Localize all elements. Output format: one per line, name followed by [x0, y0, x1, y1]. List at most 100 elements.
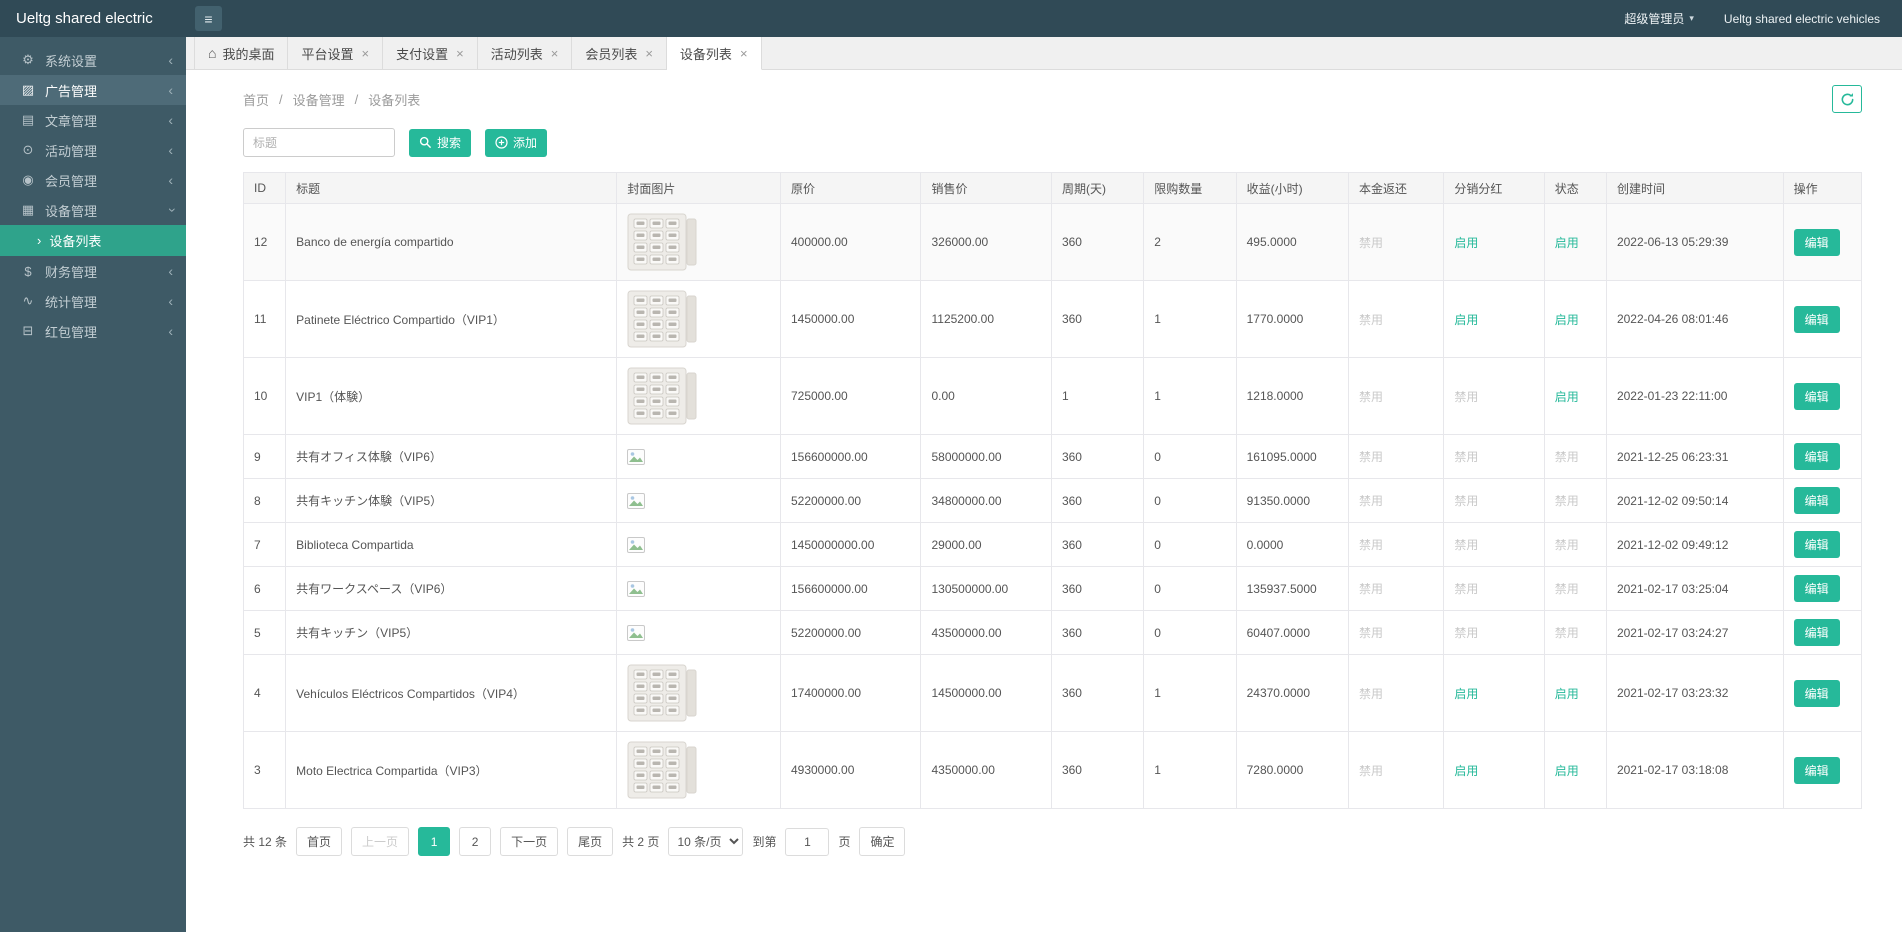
cell-income: 1770.0000 — [1236, 281, 1348, 358]
tab-label: 会员列表 — [585, 44, 637, 63]
first-page-button[interactable]: 首页 — [296, 827, 342, 856]
edit-button[interactable]: 编辑 — [1794, 443, 1840, 470]
cell-id: 8 — [244, 479, 286, 523]
cell-period: 360 — [1051, 204, 1143, 281]
cell-sale-price: 130500000.00 — [921, 567, 1051, 611]
body-row: ⚙系统设置‹▨广告管理‹▤文章管理‹⊙活动管理‹◉会员管理‹▦设备管理‹›设备列… — [0, 37, 1902, 932]
add-button[interactable]: 添加 — [485, 129, 547, 157]
edit-button[interactable]: 编辑 — [1794, 575, 1840, 602]
close-icon[interactable]: × — [645, 46, 653, 61]
tab-activity-list[interactable]: 活动列表× — [478, 37, 573, 69]
tab-label: 我的桌面 — [222, 44, 274, 63]
page-size-select[interactable]: 10 条/页 — [668, 827, 743, 856]
cell-income: 161095.0000 — [1236, 435, 1348, 479]
chevron-left-icon: ‹ — [168, 113, 173, 127]
breadcrumb-item[interactable]: 设备管理 — [293, 90, 345, 109]
close-icon[interactable]: × — [362, 46, 370, 61]
confirm-button[interactable]: 确定 — [859, 827, 905, 856]
close-icon[interactable]: × — [551, 46, 559, 61]
page-number-button[interactable]: 2 — [459, 827, 491, 856]
cell-cover-image — [617, 611, 781, 655]
close-icon[interactable]: × — [456, 46, 464, 61]
cell-income: 495.0000 — [1236, 204, 1348, 281]
sidebar-subitem-device-list[interactable]: ›设备列表 — [0, 225, 186, 256]
edit-button[interactable]: 编辑 — [1794, 680, 1840, 707]
prev-page-button[interactable]: 上一页 — [351, 827, 409, 856]
cell-status: 启用 — [1544, 204, 1606, 281]
cell-dividend: 启用 — [1444, 655, 1544, 732]
pagination: 共 12 条 首页 上一页 12 下一页 尾页 共 2 页 10 条/页 到第 … — [243, 827, 1862, 878]
cell-status: 启用 — [1544, 358, 1606, 435]
sidebar-toggle-button[interactable]: ≡ — [195, 6, 222, 31]
cell-status: 启用 — [1544, 281, 1606, 358]
cell-id: 5 — [244, 611, 286, 655]
last-page-button[interactable]: 尾页 — [567, 827, 613, 856]
cell-sale-price: 43500000.00 — [921, 611, 1051, 655]
chevron-right-icon: › — [37, 233, 41, 248]
edit-button[interactable]: 编辑 — [1794, 306, 1840, 333]
goto-label: 到第 — [752, 833, 776, 850]
table-header-row: ID标题封面图片原价销售价周期(天)限购数量收益(小时)本金返还分销分红状态创建… — [244, 173, 1862, 204]
cell-limit: 1 — [1144, 732, 1236, 809]
close-icon[interactable]: × — [740, 46, 748, 61]
next-page-button[interactable]: 下一页 — [500, 827, 558, 856]
table-row: 10VIP1（体験）725000.000.00111218.0000禁用禁用启用… — [244, 358, 1862, 435]
cell-price: 4930000.00 — [780, 732, 921, 809]
edit-button[interactable]: 编辑 — [1794, 619, 1840, 646]
tab-platform-settings[interactable]: 平台设置× — [288, 37, 383, 69]
search-input[interactable] — [243, 128, 395, 157]
cell-created: 2021-12-25 06:23:31 — [1606, 435, 1783, 479]
breadcrumb-item[interactable]: 首页 — [243, 90, 269, 109]
search-button[interactable]: 搜索 — [409, 129, 471, 157]
edit-button[interactable]: 编辑 — [1794, 229, 1840, 256]
caret-down-icon: ▾ — [1689, 13, 1694, 24]
sidebar-item-system-settings[interactable]: ⚙系统设置‹ — [0, 45, 186, 75]
tab-device-list[interactable]: 设备列表× — [667, 37, 762, 70]
sidebar-item-label: 红包管理 — [45, 322, 159, 341]
sidebar-item-article-management[interactable]: ▤文章管理‹ — [0, 105, 186, 135]
column-header: 收益(小时) — [1236, 173, 1348, 204]
goto-page-input[interactable] — [785, 828, 829, 856]
cell-dividend: 禁用 — [1444, 567, 1544, 611]
breadcrumb-item[interactable]: 设备列表 — [368, 90, 420, 109]
table-row: 5共有キッチン（VIP5）52200000.0043500000.0036006… — [244, 611, 1862, 655]
cell-limit: 1 — [1144, 281, 1236, 358]
edit-button[interactable]: 编辑 — [1794, 383, 1840, 410]
table-row: 6共有ワークスペース（VIP6）156600000.00130500000.00… — [244, 567, 1862, 611]
cell-sale-price: 4350000.00 — [921, 732, 1051, 809]
sidebar-item-finance-management[interactable]: $财务管理‹ — [0, 256, 186, 286]
cell-created: 2021-12-02 09:49:12 — [1606, 523, 1783, 567]
cell-principal: 禁用 — [1349, 479, 1444, 523]
refresh-button[interactable] — [1832, 85, 1862, 113]
edit-button[interactable]: 编辑 — [1794, 757, 1840, 784]
cell-principal: 禁用 — [1349, 523, 1444, 567]
user-role-label: 超级管理员 — [1624, 10, 1684, 27]
tab-my-desktop[interactable]: ⌂我的桌面 — [194, 37, 288, 69]
sidebar-item-stats-management[interactable]: ∿统计管理‹ — [0, 286, 186, 316]
cell-limit: 1 — [1144, 655, 1236, 732]
cell-operation: 编辑 — [1783, 732, 1861, 809]
cell-title: VIP1（体験） — [286, 358, 617, 435]
page-number-button[interactable]: 1 — [418, 827, 450, 856]
cell-dividend: 禁用 — [1444, 523, 1544, 567]
sidebar-item-ad-management[interactable]: ▨广告管理‹ — [0, 75, 186, 105]
device-image — [627, 366, 698, 426]
sidebar-item-label: 财务管理 — [45, 262, 159, 281]
tab-member-list[interactable]: 会员列表 × — [572, 37, 667, 69]
cell-period: 1 — [1051, 358, 1143, 435]
cell-sale-price: 58000000.00 — [921, 435, 1051, 479]
sidebar-item-activity-management[interactable]: ⊙活动管理‹ — [0, 135, 186, 165]
tab-payment-settings[interactable]: 支付设置× — [383, 37, 478, 69]
user-role-dropdown[interactable]: 超级管理员 ▾ — [1624, 10, 1694, 27]
add-button-label: 添加 — [513, 134, 537, 151]
breadcrumb-row: 首页/设备管理/设备列表 — [243, 76, 1862, 122]
edit-button[interactable]: 编辑 — [1794, 531, 1840, 558]
sidebar-item-member-management[interactable]: ◉会员管理‹ — [0, 165, 186, 195]
sidebar-item-device-management[interactable]: ▦设备管理‹ — [0, 195, 186, 225]
device-image — [627, 212, 698, 272]
cell-status: 禁用 — [1544, 611, 1606, 655]
edit-button[interactable]: 编辑 — [1794, 487, 1840, 514]
sidebar-item-redpacket-management[interactable]: ⊟红包管理‹ — [0, 316, 186, 346]
column-header: 创建时间 — [1606, 173, 1783, 204]
cell-operation: 编辑 — [1783, 567, 1861, 611]
